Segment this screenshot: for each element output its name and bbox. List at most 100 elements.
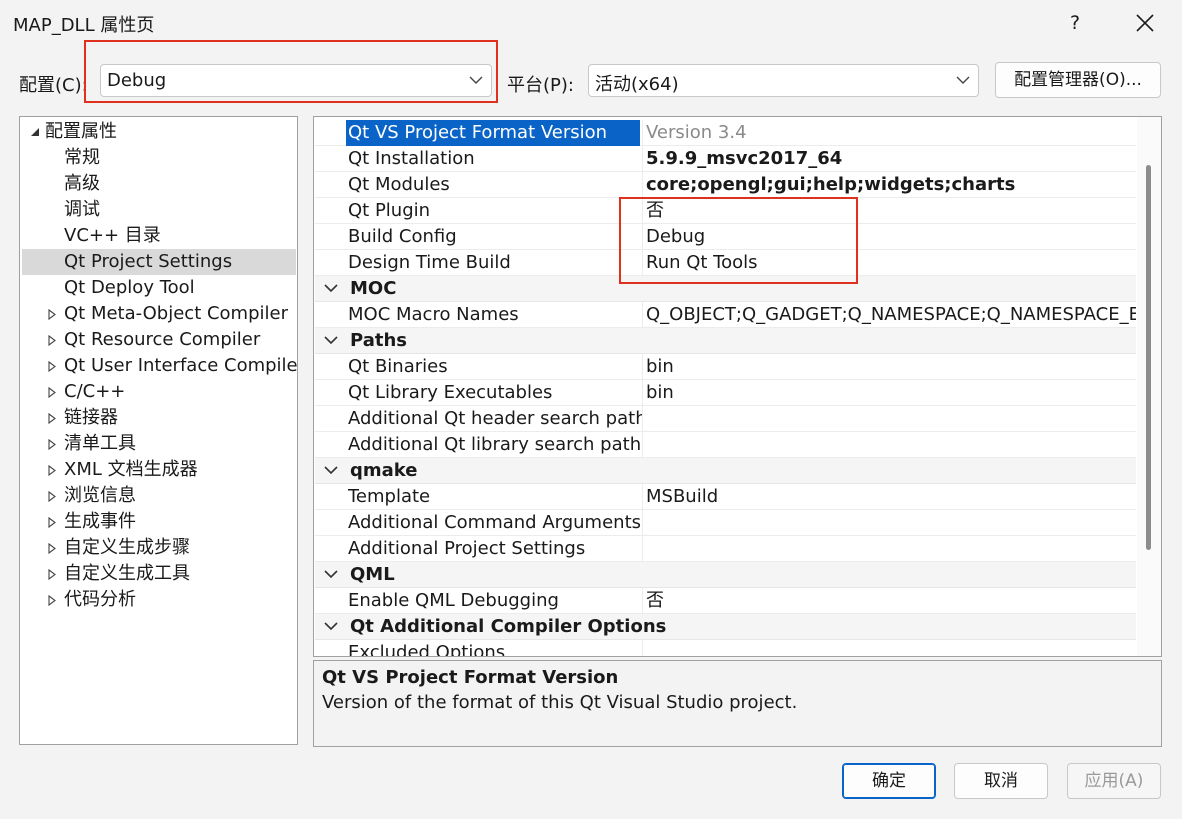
tree-item[interactable]: 自定义生成工具 bbox=[22, 561, 296, 587]
category-header[interactable]: QML bbox=[315, 562, 1136, 588]
help-button[interactable]: ? bbox=[1058, 6, 1092, 40]
property-value[interactable]: 否 bbox=[646, 198, 1136, 224]
tree-item[interactable]: Qt Resource Compiler bbox=[22, 327, 296, 353]
property-name: Enable QML Debugging bbox=[348, 590, 559, 611]
column-divider bbox=[642, 120, 643, 146]
tree-item-label: 高级 bbox=[64, 173, 100, 194]
tree-item[interactable]: Qt Project Settings bbox=[22, 249, 296, 275]
expand-arrow-icon[interactable] bbox=[46, 379, 60, 405]
config-select[interactable]: Debug bbox=[100, 64, 492, 97]
tree-root[interactable]: 配置属性 bbox=[22, 119, 296, 145]
chevron-down-icon[interactable] bbox=[324, 283, 338, 293]
tree-item[interactable]: XML 文档生成器 bbox=[22, 457, 296, 483]
property-name: MOC Macro Names bbox=[348, 304, 519, 325]
expand-arrow-icon[interactable] bbox=[46, 587, 60, 613]
scrollbar-thumb[interactable] bbox=[1146, 165, 1151, 550]
tree-item-label: 常规 bbox=[64, 147, 100, 168]
property-row[interactable]: Build Config Debug bbox=[315, 224, 1136, 250]
expand-arrow-icon[interactable] bbox=[46, 431, 60, 457]
property-row[interactable]: Excluded Options bbox=[315, 640, 1136, 656]
property-row[interactable]: Enable QML Debugging 否 bbox=[315, 588, 1136, 614]
tree-item-label: Qt Resource Compiler bbox=[64, 329, 261, 350]
tree-item-label: 清单工具 bbox=[64, 433, 136, 454]
column-divider bbox=[642, 510, 643, 536]
tree-item[interactable]: 生成事件 bbox=[22, 509, 296, 535]
category-header[interactable]: qmake bbox=[315, 458, 1136, 484]
property-value[interactable] bbox=[646, 640, 1136, 656]
property-row[interactable]: Additional Qt header search paths bbox=[315, 406, 1136, 432]
tree-item[interactable]: 调试 bbox=[22, 197, 296, 223]
property-row[interactable]: Template MSBuild bbox=[315, 484, 1136, 510]
property-row[interactable]: Design Time Build Run Qt Tools bbox=[315, 250, 1136, 276]
property-row[interactable]: Qt Installation 5.9.9_msvc2017_64 bbox=[315, 146, 1136, 172]
property-row[interactable]: Qt Modules core;opengl;gui;help;widgets;c… bbox=[315, 172, 1136, 198]
expand-arrow-icon[interactable] bbox=[46, 457, 60, 483]
chevron-down-icon[interactable] bbox=[324, 621, 338, 631]
expand-arrow-icon[interactable] bbox=[46, 535, 60, 561]
tree-item-label: 代码分析 bbox=[64, 589, 136, 610]
tree-item[interactable]: C/C++ bbox=[22, 379, 296, 405]
expand-arrow-icon[interactable] bbox=[46, 483, 60, 509]
close-button[interactable] bbox=[1128, 6, 1162, 40]
tree-item[interactable]: 清单工具 bbox=[22, 431, 296, 457]
expanded-arrow-icon[interactable] bbox=[28, 119, 42, 145]
expand-arrow-icon[interactable] bbox=[46, 405, 60, 431]
property-value[interactable]: 否 bbox=[646, 588, 1136, 614]
vertical-scrollbar[interactable] bbox=[1137, 117, 1161, 656]
tree-item[interactable]: Qt Deploy Tool bbox=[22, 275, 296, 301]
tree-item[interactable]: 链接器 bbox=[22, 405, 296, 431]
apply-button[interactable]: 应用(A) bbox=[1067, 763, 1161, 799]
chevron-down-icon[interactable] bbox=[324, 335, 338, 345]
category-header[interactable]: MOC bbox=[315, 276, 1136, 302]
property-row[interactable]: Additional Command Arguments bbox=[315, 510, 1136, 536]
property-value[interactable]: Q_OBJECT;Q_GADGET;Q_NAMESPACE;Q_NAMESPAC… bbox=[646, 302, 1136, 328]
category-name: QML bbox=[350, 564, 395, 585]
property-value[interactable]: 5.9.9_msvc2017_64 bbox=[646, 146, 1136, 172]
property-value[interactable]: core;opengl;gui;help;widgets;charts bbox=[646, 172, 1136, 198]
property-row[interactable]: MOC Macro Names Q_OBJECT;Q_GADGET;Q_NAMES… bbox=[315, 302, 1136, 328]
property-value[interactable] bbox=[646, 510, 1136, 536]
property-value[interactable]: Version 3.4 bbox=[646, 120, 1136, 146]
category-header[interactable]: Paths bbox=[315, 328, 1136, 354]
property-value[interactable] bbox=[646, 432, 1136, 458]
chevron-down-icon bbox=[469, 76, 483, 84]
property-name: Qt Installation bbox=[348, 148, 475, 169]
category-header[interactable]: Qt Additional Compiler Options bbox=[315, 614, 1136, 640]
tree-item[interactable]: 常规 bbox=[22, 145, 296, 171]
tree-item[interactable]: Qt Meta-Object Compiler bbox=[22, 301, 296, 327]
property-row[interactable]: Qt VS Project Format Version Version 3.4 bbox=[315, 120, 1136, 146]
property-value[interactable]: MSBuild bbox=[646, 484, 1136, 510]
cancel-button[interactable]: 取消 bbox=[954, 763, 1048, 799]
property-row[interactable]: Additional Project Settings bbox=[315, 536, 1136, 562]
property-row[interactable]: Qt Library Executables bin bbox=[315, 380, 1136, 406]
expand-arrow-icon[interactable] bbox=[46, 327, 60, 353]
property-row[interactable]: Qt Plugin 否 bbox=[315, 198, 1136, 224]
expand-arrow-icon[interactable] bbox=[46, 561, 60, 587]
tree-item-label: Qt Deploy Tool bbox=[64, 277, 195, 298]
chevron-down-icon bbox=[956, 76, 970, 84]
tree-item[interactable]: 高级 bbox=[22, 171, 296, 197]
tree-item[interactable]: 浏览信息 bbox=[22, 483, 296, 509]
property-row[interactable]: Qt Binaries bin bbox=[315, 354, 1136, 380]
tree-item[interactable]: VC++ 目录 bbox=[22, 223, 296, 249]
chevron-down-icon[interactable] bbox=[324, 465, 338, 475]
tree-item[interactable]: 代码分析 bbox=[22, 587, 296, 613]
column-divider bbox=[642, 198, 643, 224]
chevron-down-icon[interactable] bbox=[324, 569, 338, 579]
platform-select[interactable]: 活动(x64) bbox=[588, 64, 979, 97]
tree-item[interactable]: 自定义生成步骤 bbox=[22, 535, 296, 561]
property-value[interactable] bbox=[646, 536, 1136, 562]
property-value[interactable] bbox=[646, 406, 1136, 432]
property-value[interactable]: bin bbox=[646, 380, 1136, 406]
tree-item[interactable]: Qt User Interface Compiler bbox=[22, 353, 297, 379]
property-value[interactable]: Debug bbox=[646, 224, 1136, 250]
tree-item-label: C/C++ bbox=[64, 381, 126, 402]
expand-arrow-icon[interactable] bbox=[46, 509, 60, 535]
config-manager-button[interactable]: 配置管理器(O)... bbox=[995, 62, 1161, 98]
property-row[interactable]: Additional Qt library search paths bbox=[315, 432, 1136, 458]
expand-arrow-icon[interactable] bbox=[46, 301, 60, 327]
ok-button[interactable]: 确定 bbox=[842, 763, 936, 799]
property-value[interactable]: bin bbox=[646, 354, 1136, 380]
property-value[interactable]: Run Qt Tools bbox=[646, 250, 1136, 276]
expand-arrow-icon[interactable] bbox=[46, 353, 60, 379]
